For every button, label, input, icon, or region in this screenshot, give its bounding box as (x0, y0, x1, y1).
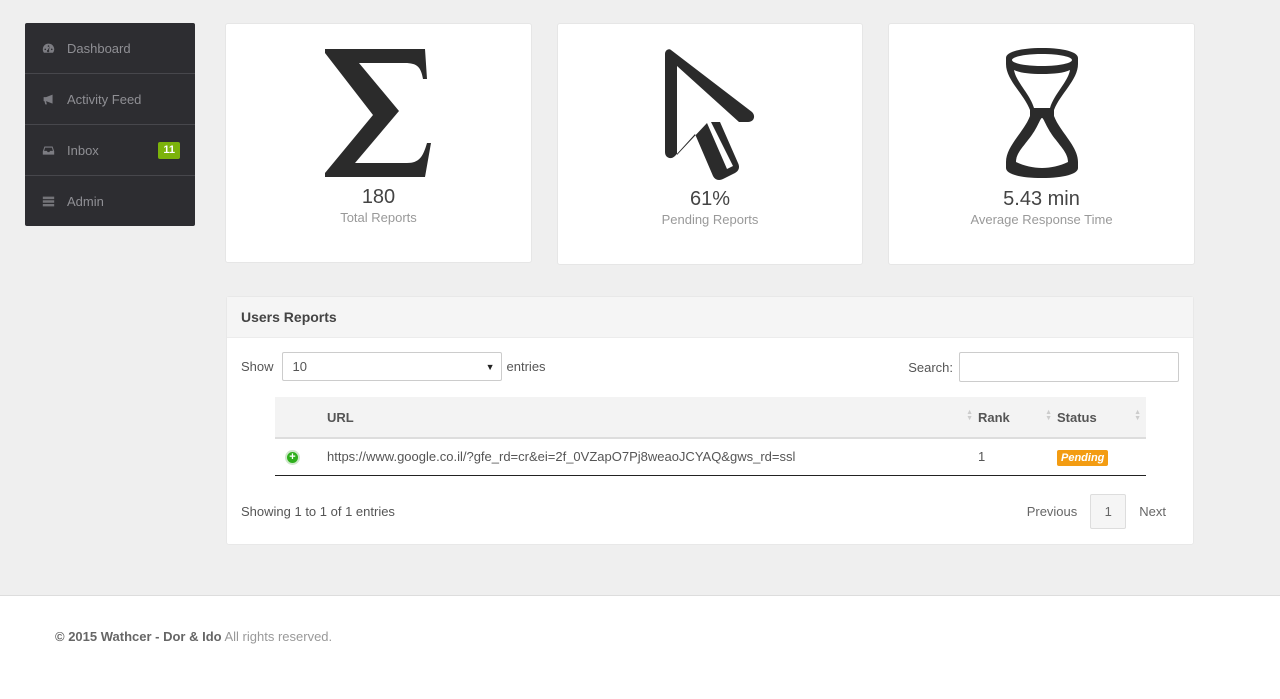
table-row: + https://www.google.co.il/?gfe_rd=cr&ei… (275, 438, 1146, 475)
expand-cell: + (275, 438, 327, 475)
megaphone-icon (41, 92, 55, 106)
footer: © 2015 Wathcer - Dor & Ido All rights re… (0, 595, 1280, 699)
sort-icon: ▲ ▼ (1134, 409, 1141, 422)
cursor-icon (558, 46, 862, 181)
entries-label: entries (506, 359, 546, 374)
next-page-button[interactable]: Next (1126, 504, 1179, 519)
show-label: Show (241, 359, 274, 374)
column-header-rank[interactable]: Rank ▲ ▼ (978, 397, 1057, 439)
stat-value: 180 (361, 186, 396, 208)
table-info: Showing 1 to 1 of 1 entries (241, 504, 395, 519)
table-search: Search: (908, 352, 1179, 382)
dashboard-icon (41, 41, 55, 55)
url-cell: https://www.google.co.il/?gfe_rd=cr&ei=2… (327, 449, 796, 465)
copyright-text: © 2015 Wathcer - Dor & Ido (55, 629, 222, 644)
expand-plus-icon[interactable]: + (285, 450, 300, 466)
sidebar-item-activity-feed[interactable]: Activity Feed (25, 74, 195, 125)
sort-icon: ▲ ▼ (1045, 409, 1052, 422)
pagination: Previous 1 Next (1014, 494, 1179, 529)
stat-label: Total Reports (340, 210, 417, 225)
previous-page-button[interactable]: Previous (1014, 504, 1091, 519)
entries-length-control: Show 10 ▼ entries (241, 352, 546, 381)
entries-select[interactable]: 10 ▼ (281, 352, 502, 381)
sidebar-item-label: Activity Feed (67, 91, 142, 107)
sidebar-item-label: Admin (67, 194, 104, 209)
sidebar-item-inbox[interactable]: Inbox 11 (25, 125, 195, 176)
sidebar-item-dashboard[interactable]: Dashboard (25, 23, 195, 74)
column-header-expand (275, 397, 327, 439)
stat-card-average-response-time: 5.43 min Average Response Time (888, 23, 1195, 265)
sigma-icon (226, 46, 531, 181)
rights-text: All rights reserved. (224, 629, 333, 644)
inbox-count-badge: 11 (158, 142, 180, 159)
entries-select-value: 10 (292, 359, 307, 374)
rank-cell: 1 (978, 449, 986, 465)
stat-value: 5.43 min (1003, 188, 1080, 210)
column-header-label: Status (1057, 409, 1097, 425)
page-1-button[interactable]: 1 (1090, 494, 1127, 529)
reports-table: URL ▲ ▼ Rank ▲ ▼ Status ▲ ▼ + https://www.g… (275, 397, 1146, 476)
status-cell: Pending (1057, 438, 1146, 475)
users-reports-panel: Users Reports Show 10 ▼ entries Search: … (226, 296, 1194, 545)
stat-card-total-reports: 180 Total Reports (225, 23, 532, 263)
sidebar: Dashboard Activity Feed Inbox 11 Admin (25, 23, 195, 226)
sidebar-item-admin[interactable]: Admin (25, 176, 195, 227)
list-icon (41, 195, 55, 209)
status-badge: Pending (1057, 450, 1109, 467)
table-header-row: URL ▲ ▼ Rank ▲ ▼ Status ▲ ▼ (275, 397, 1146, 439)
stat-card-pending-reports: 61% Pending Reports (557, 23, 863, 265)
stat-label: Average Response Time (970, 212, 1113, 227)
column-header-url[interactable]: URL ▲ ▼ (327, 397, 978, 439)
stat-value: 61% (689, 188, 731, 210)
sort-icon: ▲ ▼ (966, 409, 973, 422)
footer-text: © 2015 Wathcer - Dor & Ido All rights re… (55, 629, 332, 644)
column-header-label: Rank (978, 409, 1010, 425)
column-header-status[interactable]: Status ▲ ▼ (1057, 397, 1146, 439)
stat-label: Pending Reports (661, 212, 759, 227)
sidebar-item-label: Inbox (67, 142, 99, 158)
inbox-icon (41, 143, 55, 157)
search-input[interactable] (959, 352, 1179, 382)
sidebar-item-label: Dashboard (67, 40, 131, 56)
hourglass-icon (889, 46, 1194, 181)
column-header-label: URL (327, 409, 354, 425)
panel-title: Users Reports (227, 297, 1193, 338)
search-label: Search: (908, 359, 953, 375)
chevron-down-icon: ▼ (485, 362, 495, 372)
